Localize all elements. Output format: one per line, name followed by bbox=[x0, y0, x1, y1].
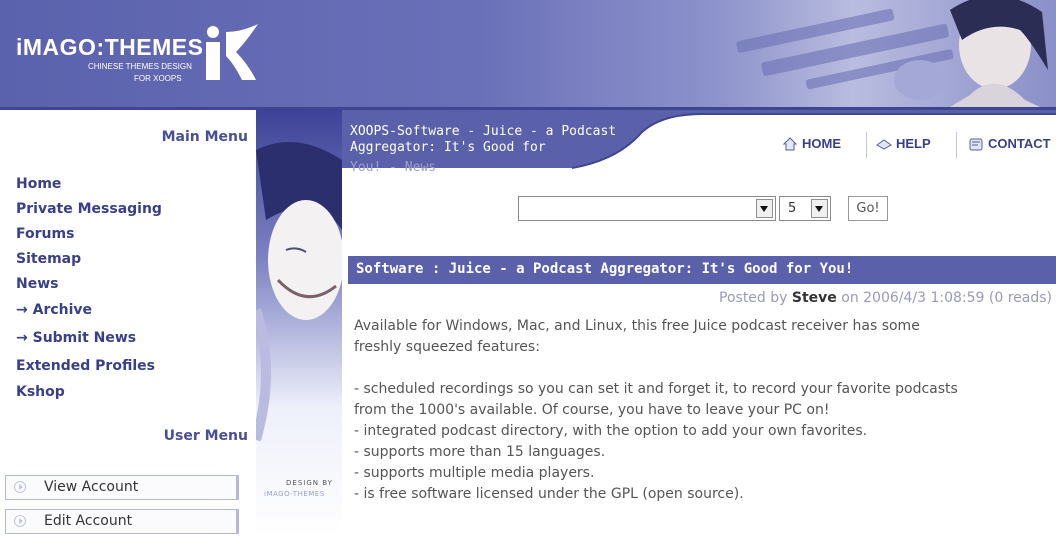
site-header: iMAGO:THEMES CHINESE THEMES DESIGN FOR X… bbox=[0, 0, 1056, 110]
logo-subtitle: CHINESE THEMES DESIGN bbox=[88, 62, 192, 71]
user-menu-title: User Menu bbox=[163, 428, 248, 444]
home-link-label: HOME bbox=[802, 136, 841, 151]
view-account-label: View Account bbox=[44, 479, 139, 495]
nav-extended-profiles[interactable]: Extended Profiles bbox=[16, 358, 155, 374]
sidebar: Main Menu Home Private Messaging Forums … bbox=[0, 110, 256, 536]
view-account-button[interactable]: View Account bbox=[5, 475, 239, 500]
article-paragraph: - supports more than 15 languages. bbox=[354, 444, 606, 460]
edit-account-label: Edit Account bbox=[44, 513, 133, 529]
article-paragraph: - supports multiple media players. bbox=[354, 465, 595, 481]
nav-sitemap[interactable]: Sitemap bbox=[16, 251, 81, 267]
design-by-label: DESIGN BY bbox=[286, 479, 333, 487]
article-paragraph: Available for Windows, Mac, and Linux, t… bbox=[354, 318, 920, 334]
chevron-down-icon[interactable] bbox=[811, 199, 828, 218]
contact-link[interactable]: CONTACT bbox=[968, 136, 1051, 152]
edit-account-button[interactable]: Edit Account bbox=[5, 509, 239, 534]
article-title[interactable]: Software : Juice - a Podcast Aggregator:… bbox=[356, 261, 853, 277]
play-circle-icon bbox=[14, 481, 26, 493]
posted-date: on 2006/4/3 1:08:59 (0 reads) bbox=[841, 290, 1052, 306]
contact-link-label: CONTACT bbox=[988, 136, 1051, 151]
help-icon bbox=[876, 139, 892, 150]
nav-kshop[interactable]: Kshop bbox=[16, 384, 65, 400]
article-title-bar: Software : Juice - a Podcast Aggregator:… bbox=[348, 256, 1056, 284]
nav-news[interactable]: News bbox=[16, 276, 58, 292]
article-paragraph: from the 1000's available. Of course, yo… bbox=[354, 402, 830, 418]
page-title: XOOPS-Software - Juice - a Podcast Aggre… bbox=[350, 124, 617, 155]
go-button[interactable]: Go! bbox=[848, 196, 888, 221]
chevron-down-icon[interactable] bbox=[756, 199, 773, 218]
help-link-label: HELP bbox=[896, 136, 931, 151]
home-icon bbox=[782, 137, 798, 151]
decorative-portrait bbox=[256, 110, 342, 536]
article-body: Available for Windows, Mac, and Linux, t… bbox=[354, 316, 1054, 505]
count-select-value: 5 bbox=[788, 201, 797, 216]
article-paragraph: - integrated podcast directory, with the… bbox=[354, 423, 868, 439]
author-link[interactable]: Steve bbox=[792, 290, 837, 306]
nav-home[interactable]: Home bbox=[16, 176, 61, 192]
main-content: XOOPS-Software - Juice - a Podcast Aggre… bbox=[342, 110, 1056, 536]
main-menu-title: Main Menu bbox=[161, 129, 248, 145]
link-divider bbox=[866, 132, 867, 158]
play-circle-icon bbox=[14, 515, 26, 527]
page-title-tail: You! - News bbox=[350, 160, 437, 175]
contact-icon bbox=[969, 138, 983, 151]
nav-submit-news[interactable]: → Submit News bbox=[16, 330, 136, 346]
article-paragraph bbox=[354, 358, 1054, 379]
header-photo-collage bbox=[650, 0, 1056, 107]
design-by-brand: iMAGO·THEMES bbox=[264, 490, 325, 498]
nav-forums[interactable]: Forums bbox=[16, 226, 74, 242]
link-divider bbox=[956, 132, 957, 158]
nav-private-messaging[interactable]: Private Messaging bbox=[16, 201, 162, 217]
count-select[interactable]: 5 bbox=[779, 196, 831, 221]
posted-prefix: Posted by bbox=[719, 290, 788, 306]
posted-info: Posted by Steve on 2006/4/3 1:08:59 (0 r… bbox=[719, 290, 1052, 306]
logo-title[interactable]: iMAGO:THEMES bbox=[16, 34, 203, 61]
article-paragraph: freshly squeezed features: bbox=[354, 339, 540, 355]
logo-mark-icon bbox=[206, 24, 258, 80]
nav-news-archive[interactable]: → Archive bbox=[16, 302, 92, 318]
logo-subtitle-2: FOR XOOPS bbox=[134, 74, 182, 83]
help-link[interactable]: HELP bbox=[876, 136, 931, 152]
article-paragraph: - scheduled recordings so you can set it… bbox=[354, 381, 958, 397]
home-link[interactable]: HOME bbox=[782, 136, 841, 152]
topic-select[interactable] bbox=[518, 196, 776, 221]
article-paragraph: - is free software licensed under the GP… bbox=[354, 486, 744, 502]
